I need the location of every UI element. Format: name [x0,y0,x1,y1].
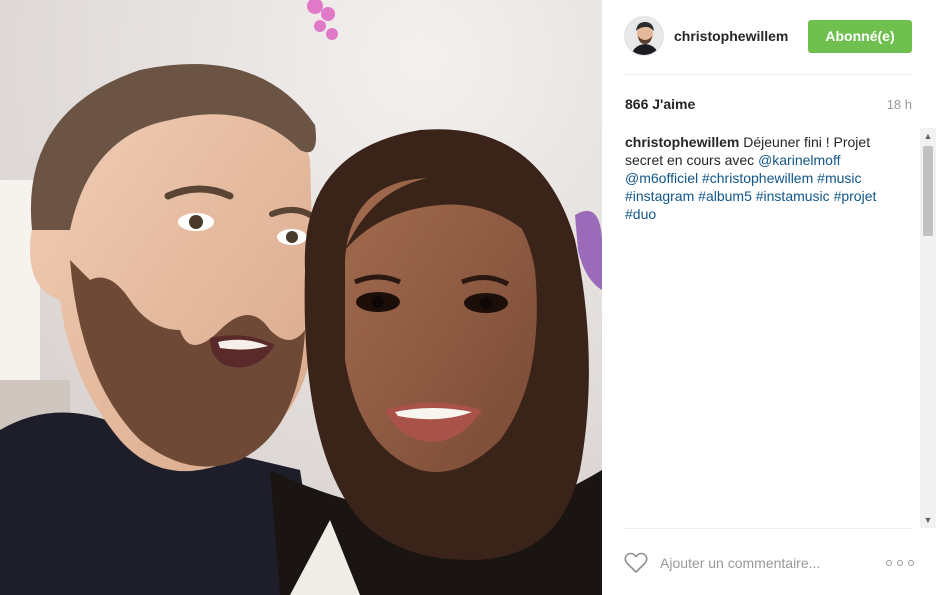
mention-link[interactable]: @m6officiel [625,170,698,186]
hashtag-link[interactable]: #instagram [625,188,694,204]
hashtag-link[interactable]: #duo [625,206,656,222]
post-timestamp[interactable]: 18 h [887,97,912,112]
follow-button[interactable]: Abonné(e) [808,19,912,53]
divider [624,528,912,529]
comments-scrollbar[interactable]: ▲ ▼ [920,128,936,528]
chevron-down-icon[interactable]: ▼ [920,512,936,528]
caption-author[interactable]: christophewillem [625,134,739,150]
comment-bar [624,546,914,580]
mention-link[interactable]: @karinelmoff [758,152,840,168]
scrollbar-thumb[interactable] [923,146,933,236]
hashtag-link[interactable]: #christophewillem [702,170,813,186]
heart-icon[interactable] [624,552,648,574]
post-header: christophewillem Abonné(e) [624,14,912,58]
post-caption: christophewillem Déjeuner fini ! Projet … [625,133,907,223]
username-link[interactable]: christophewillem [674,28,808,44]
comment-input[interactable] [660,555,886,571]
more-options-icon[interactable] [886,553,914,573]
hashtag-link[interactable]: #instamusic [756,188,830,204]
post-stats: 866 J'aime 18 h [625,96,912,112]
selfie-image [0,0,602,595]
likes-count[interactable]: 866 J'aime [625,96,695,112]
post-photo[interactable] [0,0,602,595]
post-sidebar: christophewillem Abonné(e) 866 J'aime 18… [602,0,936,595]
divider [624,74,912,75]
chevron-up-icon[interactable]: ▲ [920,128,936,144]
hashtag-link[interactable]: #music [817,170,861,186]
hashtag-link[interactable]: #album5 [698,188,752,204]
avatar[interactable] [624,16,664,56]
hashtag-link[interactable]: #projet [834,188,877,204]
